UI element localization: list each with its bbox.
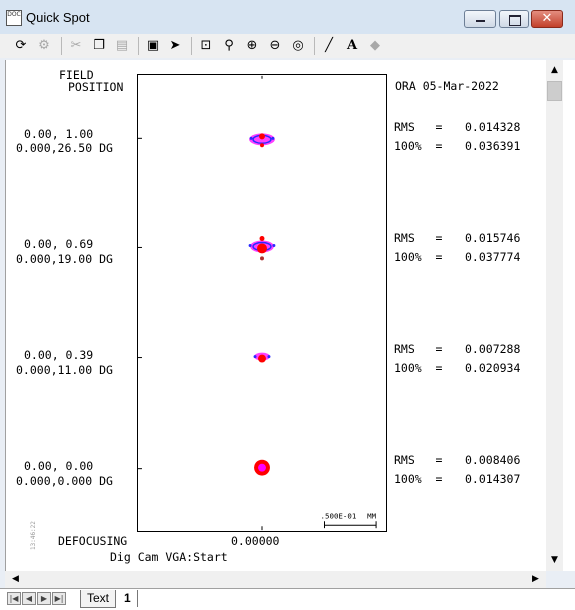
maximize-icon (509, 15, 521, 26)
toolbar-divider (314, 37, 315, 55)
rms-label-4: RMS = (394, 453, 443, 467)
side-timestamp: 13:46:22 (30, 521, 37, 550)
scroll-down-icon[interactable]: ▼ (546, 552, 563, 569)
defocusing-label: DEFOCUSING (58, 534, 128, 548)
app-icon-label: DOC (7, 11, 21, 18)
pointer-icon[interactable]: ➤ (166, 37, 184, 55)
field-angle-3: 0.000,11.00 DG (16, 363, 113, 377)
spot-plot: .500E-01 MM (137, 74, 387, 532)
save-icon[interactable]: ▣ (144, 37, 162, 55)
p100-label-2: 100% = (394, 250, 443, 264)
vertical-scroll-thumb[interactable] (547, 81, 562, 101)
line-tool-icon[interactable]: ╱ (320, 37, 338, 55)
p100-value-3: 0.020934 (465, 361, 521, 375)
p100-value-1: 0.036391 (465, 139, 521, 153)
text-tool-icon[interactable]: A (343, 37, 361, 55)
first-tab-icon[interactable]: |◀ (7, 592, 21, 605)
vertical-scrollbar[interactable]: ▲ ▼ (546, 60, 563, 571)
scroll-up-icon[interactable]: ▲ (546, 62, 563, 79)
spot-field-2 (248, 236, 276, 261)
spot-field-4 (254, 459, 270, 476)
field-angle-4: 0.000,0.000 DG (16, 474, 113, 488)
window-title: Quick Spot (26, 10, 90, 25)
field-coord-2: 0.00, 0.69 (24, 237, 94, 251)
tab-1[interactable]: 1 (118, 590, 138, 607)
zoom-in-icon[interactable]: ⊕ (243, 37, 261, 55)
scroll-left-icon[interactable]: ◀ (7, 571, 24, 588)
toolbar-divider (138, 37, 139, 55)
copy-icon[interactable]: ❐ (90, 37, 108, 55)
close-button[interactable]: ✕ (531, 10, 563, 28)
toolbar-divider (191, 37, 192, 55)
scale-value: .500E-01 (321, 511, 357, 520)
title-bar: DOC Quick Spot ✕ (0, 0, 575, 35)
rms-value-3: 0.007288 (465, 342, 521, 356)
rms-label-1: RMS = (394, 120, 443, 134)
horizontal-scrollbar[interactable]: ◀ ▶ (5, 571, 546, 588)
toolbar-divider (61, 37, 62, 55)
zoom-window-icon[interactable]: ⊡ (197, 37, 215, 55)
ora-date: ORA 05-Mar-2022 (395, 79, 499, 93)
field-coord-3: 0.00, 0.39 (24, 348, 94, 362)
p100-label-4: 100% = (394, 472, 443, 486)
rms-value-4: 0.008406 (465, 453, 521, 467)
eraser-icon[interactable]: ◆ (366, 37, 384, 55)
p100-value-2: 0.037774 (465, 250, 521, 264)
field-coord-1: 0.00, 1.00 (24, 127, 94, 141)
plot-subtitle: Dig Cam VGA:Start (110, 550, 228, 564)
last-tab-icon[interactable]: ▶| (52, 592, 66, 605)
side-panel-edge (563, 60, 575, 571)
rms-value-2: 0.015746 (465, 231, 521, 245)
prev-tab-icon[interactable]: ◀ (22, 592, 36, 605)
settings-icon[interactable]: ⚙ (35, 37, 53, 55)
app-icon[interactable]: DOC (6, 10, 22, 26)
scroll-right-icon[interactable]: ▶ (527, 571, 544, 588)
field-coord-4: 0.00, 0.00 (24, 459, 94, 473)
rms-label-3: RMS = (394, 342, 443, 356)
spot-field-3 (253, 352, 271, 363)
paste-icon[interactable]: ▤ (113, 37, 131, 55)
p100-label-1: 100% = (394, 139, 443, 153)
rms-label-2: RMS = (394, 231, 443, 245)
zoom-fit-icon[interactable]: ◎ (289, 37, 307, 55)
cut-icon[interactable]: ✂ (67, 37, 85, 55)
close-icon: ✕ (541, 11, 553, 26)
spot-field-1 (249, 133, 275, 148)
maximize-button[interactable] (499, 10, 529, 28)
next-tab-icon[interactable]: ▶ (37, 592, 51, 605)
position-label: POSITION (68, 80, 124, 94)
sheet-tabs-bar: |◀ ◀ ▶ ▶| Text 1 (0, 588, 575, 610)
scale-unit: MM (367, 511, 376, 520)
minimize-icon (476, 20, 485, 22)
rms-value-1: 0.014328 (465, 120, 521, 134)
refresh-icon[interactable]: ⟳ (12, 37, 30, 55)
field-angle-1: 0.000,26.50 DG (16, 141, 113, 155)
zoom-out-icon[interactable]: ⊖ (266, 37, 284, 55)
minimize-button[interactable] (464, 10, 496, 28)
p100-value-4: 0.014307 (465, 472, 521, 486)
zoom-pan-icon[interactable]: ⚲ (220, 37, 238, 55)
toolbar: ⟳ ⚙ ✂ ❐ ▤ ▣ ➤ ⊡ ⚲ ⊕ ⊖ ◎ ╱ A ◆ (0, 34, 575, 58)
spot-diagram-document: FIELD POSITION ORA 05-Mar-2022 0.00, 1.0… (5, 60, 547, 571)
p100-label-3: 100% = (394, 361, 443, 375)
tab-text[interactable]: Text (80, 590, 117, 608)
defocusing-value: 0.00000 (231, 534, 280, 548)
field-angle-2: 0.000,19.00 DG (16, 252, 113, 266)
